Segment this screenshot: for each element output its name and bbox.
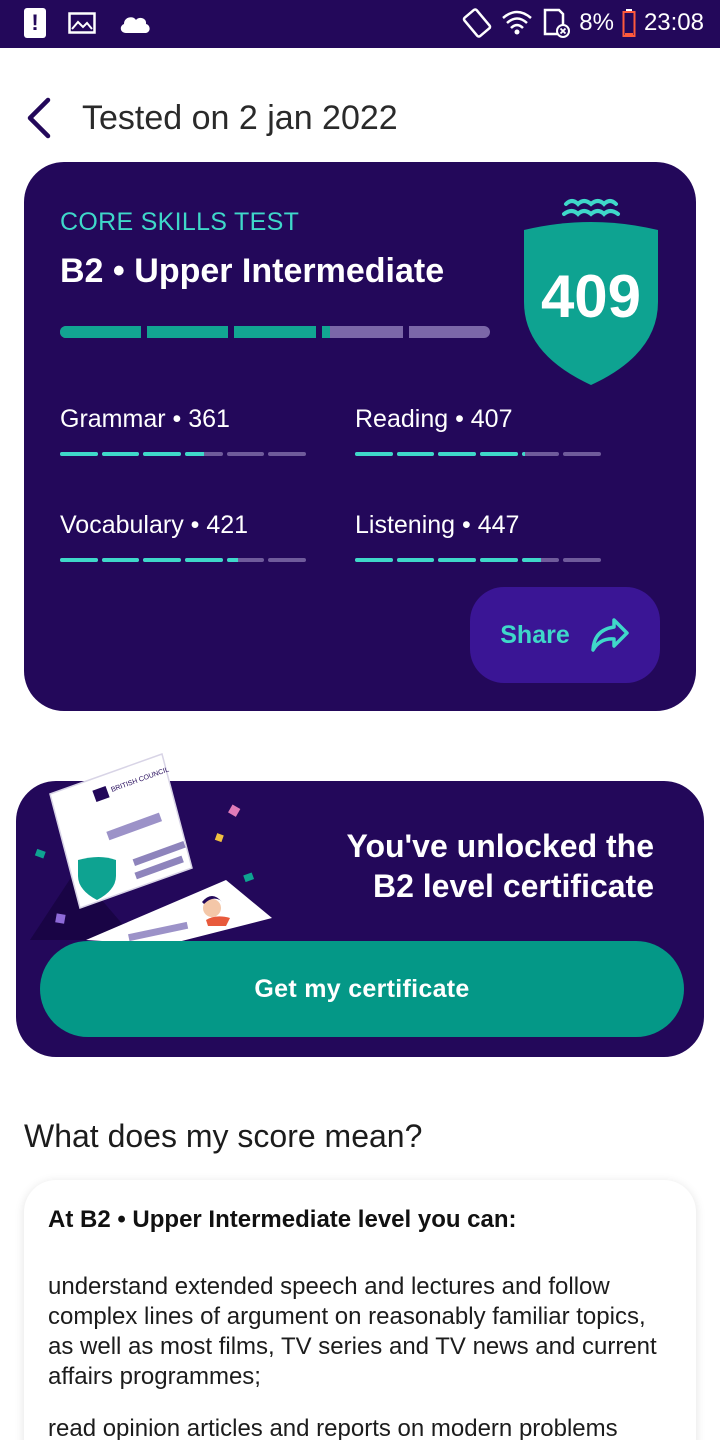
skill-segment [480, 558, 518, 562]
clock: 23:08 [643, 9, 704, 36]
skill-segment [396, 452, 435, 456]
certificate-illustration: BRITISH COUNCIL [30, 753, 272, 945]
section-heading: What does my score mean? [24, 1118, 423, 1154]
progress-segment [147, 326, 229, 338]
skill-segment [226, 452, 265, 456]
get-certificate-label: Get my certificate [254, 974, 470, 1003]
skill-progress-bar [60, 558, 307, 562]
header: Tested on 2 jan 2022 [24, 90, 398, 146]
skill-grammar: Grammar • 361 [60, 405, 307, 456]
status-bar: ! 8% 23:08 [0, 0, 720, 48]
share-label: Share [500, 620, 570, 649]
skill-vocabulary: Vocabulary • 421 [60, 511, 307, 562]
score-card: CORE SKILLS TEST B2 • Upper Intermediate… [24, 162, 696, 711]
skill-segment [355, 558, 393, 562]
progress-segment [321, 326, 403, 338]
skill-segment [521, 452, 560, 456]
battery-icon [622, 9, 636, 37]
get-certificate-button[interactable]: Get my certificate [40, 941, 684, 1037]
skill-segment [480, 452, 518, 456]
skill-segment [185, 452, 223, 456]
progress-segment [234, 326, 316, 338]
certificate-title: You've unlocked the B2 level certificate [294, 826, 654, 906]
skill-segment [563, 558, 602, 562]
progress-segment [408, 326, 491, 338]
battery-percent: 8% [579, 9, 614, 36]
skill-segment [438, 558, 477, 562]
test-type-label: CORE SKILLS TEST [60, 208, 300, 236]
wifi-icon [502, 10, 533, 35]
cloud-icon [120, 17, 150, 33]
back-button[interactable] [24, 90, 68, 146]
certificate-title-line1: You've unlocked the [346, 828, 654, 864]
share-button[interactable]: Share [470, 587, 660, 683]
skill-listening: Listening • 447 [355, 511, 602, 562]
chevron-left-icon [27, 97, 51, 139]
sd-card-icon [544, 8, 571, 38]
skill-label: Vocabulary • 421 [60, 511, 249, 539]
skill-label: Reading • 407 [355, 405, 513, 433]
skill-segment [226, 558, 265, 562]
skill-segment [438, 452, 477, 456]
level-title: B2 • Upper Intermediate [60, 252, 445, 290]
ability-item: read opinion articles and reports on mod… [48, 1415, 618, 1440]
skill-segment [268, 452, 307, 456]
total-score: 409 [540, 263, 642, 330]
rotate-icon [462, 8, 492, 38]
overall-progress-bar [60, 326, 491, 338]
skill-segment [101, 558, 140, 562]
ability-item: understand extended speech and lectures … [48, 1273, 657, 1390]
skill-segment [60, 452, 98, 456]
certificate-title-line2: B2 level certificate [372, 868, 654, 904]
skill-label: Grammar • 361 [60, 405, 230, 433]
skill-segment [101, 452, 140, 456]
meaning-card-title: At B2 • Upper Intermediate level you can… [48, 1206, 517, 1233]
skill-segment [143, 558, 182, 562]
alert-icon: ! [24, 8, 46, 38]
skill-progress-bar [355, 558, 602, 562]
share-arrow-icon [590, 618, 629, 652]
skill-segment [185, 558, 223, 562]
skill-reading: Reading • 407 [355, 405, 602, 456]
image-icon [68, 12, 96, 34]
skill-segment [268, 558, 307, 562]
skill-segment [521, 558, 560, 562]
skill-segment [396, 558, 435, 562]
skill-segment [143, 452, 182, 456]
meaning-card: At B2 • Upper Intermediate level you can… [24, 1180, 696, 1440]
skill-segment [355, 452, 393, 456]
skill-label: Listening • 447 [355, 511, 520, 539]
skill-segment [60, 558, 98, 562]
progress-segment [60, 326, 142, 338]
skill-progress-bar [355, 452, 602, 456]
skill-segment [563, 452, 602, 456]
skill-progress-bar [60, 452, 307, 456]
page-title: Tested on 2 jan 2022 [82, 98, 398, 137]
